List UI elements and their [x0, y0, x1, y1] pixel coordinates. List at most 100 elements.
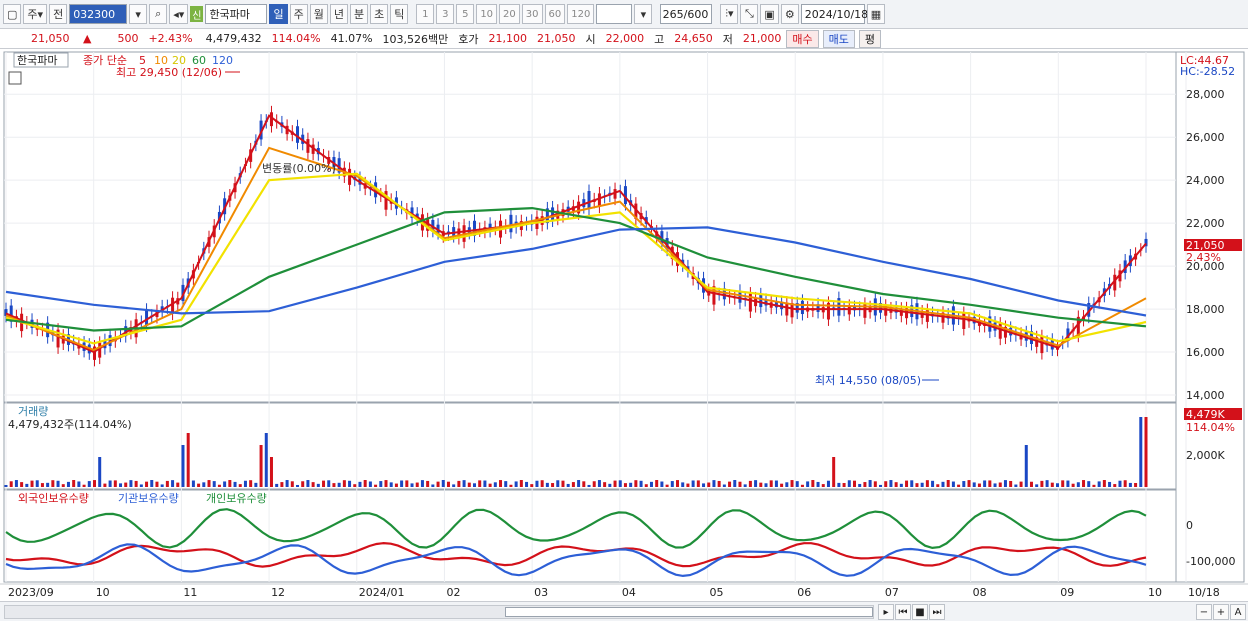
- save-icon[interactable]: ▣: [760, 4, 779, 24]
- volume-bar: [1092, 484, 1096, 487]
- draw-tool-icon[interactable]: ⤡: [740, 4, 759, 24]
- first-page-icon[interactable]: ⏮: [895, 604, 911, 620]
- minute-120[interactable]: 120: [567, 4, 595, 24]
- table-icon[interactable]: [8, 71, 22, 85]
- volume-bar: [754, 480, 758, 487]
- volume-bar: [25, 483, 29, 487]
- volume-bar: [467, 482, 471, 487]
- foreign-legend: 외국인보유수량: [18, 492, 89, 505]
- gear-icon[interactable]: ⚙: [780, 4, 799, 24]
- volume-bar: [478, 480, 482, 487]
- volume-bar: [993, 483, 997, 487]
- market-select[interactable]: 주 ▾: [23, 4, 48, 24]
- volume-bar: [129, 480, 133, 487]
- period-year[interactable]: 년: [329, 4, 348, 24]
- period-second[interactable]: 초: [370, 4, 389, 24]
- volume-bar: [535, 480, 539, 487]
- minute-60[interactable]: 60: [544, 4, 566, 24]
- volume-bar: [629, 482, 633, 487]
- volume-bar: [337, 482, 341, 487]
- zoom-plus-icon[interactable]: +: [1213, 604, 1229, 620]
- volume-bar: [400, 480, 404, 487]
- volume-bar: [124, 482, 128, 487]
- volume-bar: [582, 481, 586, 487]
- volume-bar: [316, 483, 320, 487]
- window-icon[interactable]: ▢: [3, 4, 22, 24]
- sound-icon[interactable]: ◂▾: [169, 4, 189, 24]
- volume-bar: [936, 484, 940, 487]
- custom-period-dropdown-icon[interactable]: ▾: [634, 4, 653, 24]
- volume-bar: [634, 480, 638, 487]
- volume-bar: [717, 480, 721, 487]
- volume-bar: [332, 483, 336, 487]
- volume-title: 거래량: [18, 405, 48, 418]
- search-icon[interactable]: ⌕: [149, 4, 168, 24]
- volume-bar: [774, 480, 778, 487]
- x-axis-label: 05: [710, 586, 724, 599]
- volume-bar: [306, 480, 310, 487]
- volume-bar: [374, 484, 378, 487]
- volume-bar: [280, 482, 284, 487]
- stock-name-field[interactable]: 한국파마: [205, 4, 268, 24]
- volume-bar: [202, 482, 206, 487]
- volume-bar: [285, 480, 289, 487]
- volume-bar: [972, 482, 976, 487]
- prev-button[interactable]: 전: [49, 4, 68, 24]
- hc-label: HC:-28.52: [1180, 65, 1235, 78]
- volume-bar: [228, 480, 232, 487]
- minute-5[interactable]: 5: [456, 4, 475, 24]
- text-tool-icon[interactable]: A: [1230, 604, 1246, 620]
- volume-bar: [191, 480, 195, 487]
- price-y-tick: 26,000: [1186, 131, 1225, 144]
- minute-30[interactable]: 30: [521, 4, 543, 24]
- price-y-tick: 28,000: [1186, 88, 1225, 101]
- minute-10[interactable]: 10: [476, 4, 498, 24]
- holdings-y-tick-1: -100,000: [1186, 555, 1235, 568]
- code-dropdown-icon[interactable]: ▾: [129, 4, 148, 24]
- scroll-thumb[interactable]: [505, 607, 873, 617]
- volume-bar: [499, 480, 503, 487]
- volume-bar: [733, 480, 737, 487]
- volume-bar: [426, 480, 430, 487]
- candle-type-icon[interactable]: ⫶▾: [720, 4, 739, 24]
- stop-icon[interactable]: ■: [912, 604, 928, 620]
- volume-bar: [670, 481, 674, 487]
- period-day[interactable]: 일: [269, 4, 288, 24]
- period-tick[interactable]: 틱: [390, 4, 409, 24]
- period-month[interactable]: 월: [309, 4, 328, 24]
- stock-code-input[interactable]: 032300: [69, 4, 128, 24]
- minute-1[interactable]: 1: [416, 4, 435, 24]
- minute-3[interactable]: 3: [436, 4, 455, 24]
- volume-bar: [72, 480, 76, 487]
- volume-bar: [951, 481, 955, 487]
- volume-bar: [35, 480, 39, 487]
- period-week[interactable]: 주: [289, 4, 308, 24]
- period-minute[interactable]: 분: [349, 4, 369, 24]
- data-count-input[interactable]: 265/600: [660, 4, 713, 24]
- custom-period-input[interactable]: [596, 4, 633, 24]
- chart-scrollbar[interactable]: [4, 605, 874, 619]
- eval-button[interactable]: 평: [858, 29, 882, 48]
- volume-bar: [14, 480, 18, 487]
- minute-20[interactable]: 20: [499, 4, 520, 24]
- last-page-icon[interactable]: ⏭: [929, 604, 945, 620]
- volume-bar: [155, 481, 159, 487]
- volume-bar: [988, 480, 992, 487]
- x-axis-labels: 2023/09 10 11 12 2024/01 02 03 04 05 06 07 08 09 10 10…: [8, 586, 1220, 599]
- buy-button[interactable]: 매수: [786, 29, 819, 48]
- zoom-minus-icon[interactable]: −: [1196, 604, 1212, 620]
- volume-bar: [660, 481, 664, 487]
- scroll-right-icon[interactable]: ▸: [878, 604, 894, 620]
- main-toolbar: ▢ 주 ▾ 전 032300 ▾ ⌕ ◂▾ 신 한국파마 일 주 월 년 분 초 …: [0, 0, 1248, 29]
- volume-bar: [915, 483, 919, 487]
- sell-button[interactable]: 매도: [822, 29, 855, 48]
- volume-bar: [1071, 483, 1075, 487]
- volume-bar: [394, 483, 398, 487]
- calendar-icon[interactable]: ▦: [866, 4, 886, 24]
- chart-svg[interactable]: 한국파마 종가 단순 5 10 20 60 120 최고 29,450 (12/…: [0, 50, 1248, 602]
- volume-bar: [686, 483, 690, 487]
- date-input[interactable]: 2024/10/18: [800, 4, 868, 24]
- chart-area[interactable]: 한국파마 종가 단순 5 10 20 60 120 최고 29,450 (12/…: [0, 50, 1248, 602]
- candle-body: [587, 190, 591, 209]
- price-y-tick: 24,000: [1186, 174, 1225, 187]
